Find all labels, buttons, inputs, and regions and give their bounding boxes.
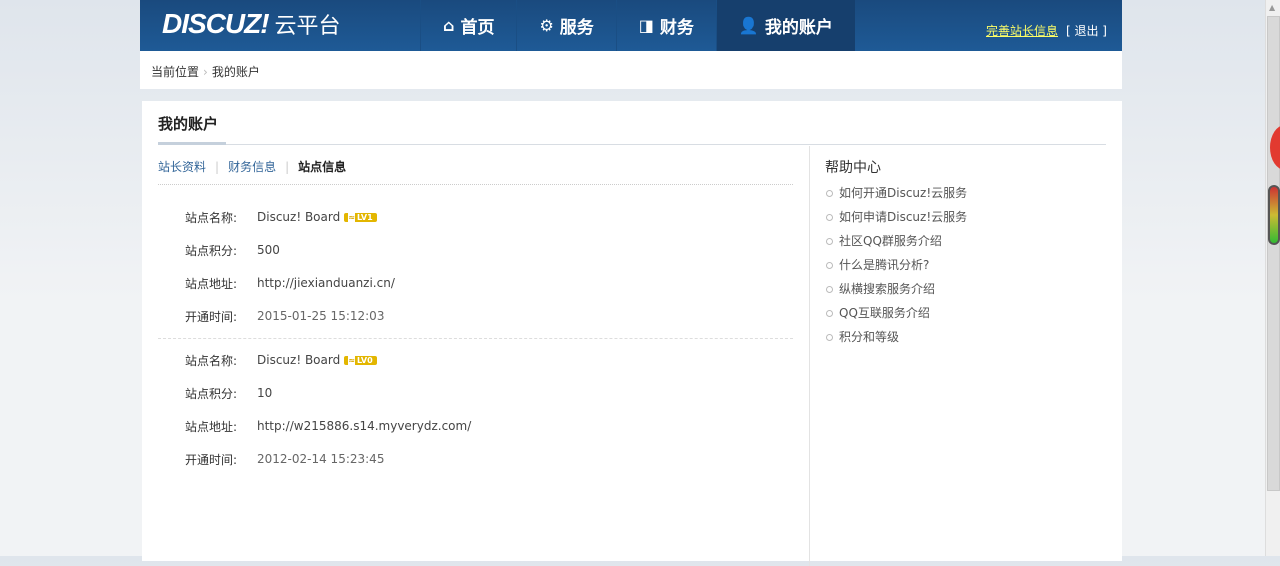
site-url: http://jiexianduanzi.cn/ <box>257 276 395 290</box>
site-name: Discuz! Board <box>257 210 341 224</box>
help-link[interactable]: 纵横搜索服务介绍 <box>825 277 1105 301</box>
site-score: 500 <box>257 243 280 257</box>
logo-subtitle: 云平台 <box>274 13 341 38</box>
discuz-logo[interactable]: DISCUZ! 云平台 <box>162 8 341 40</box>
tab-webmaster-profile[interactable]: 站长资料 <box>158 160 206 174</box>
level-text: LV1 <box>356 212 373 222</box>
logout-link[interactable]: [ 退出 ] <box>1066 24 1107 38</box>
level-badge: ≈ LV0 <box>344 355 377 365</box>
site-name-row: 站点名称: Discuz! Board ≈ LV0 <box>185 350 377 370</box>
help-link[interactable]: 社区QQ群服务介绍 <box>825 229 1105 253</box>
site-divider <box>158 338 793 339</box>
nav-services[interactable]: ⚙ 服务 <box>516 0 615 51</box>
label: 站点名称: <box>185 353 238 368</box>
signal-icon: ≈ <box>348 212 355 222</box>
gear-icon: ⚙ <box>539 16 554 35</box>
signal-icon: ≈ <box>348 355 355 365</box>
site-time-row: 开通时间: 2012-02-14 15:23:45 <box>185 449 384 469</box>
label: 站点积分: <box>185 243 238 258</box>
sub-tabs: 站长资料 | 财务信息 | 站点信息 <box>158 160 347 174</box>
site-time-row: 开通时间: 2015-01-25 15:12:03 <box>185 306 384 326</box>
title-divider <box>158 144 1106 145</box>
user-icon: 👤 <box>738 16 759 35</box>
vertical-scrollbar[interactable]: ▲ <box>1265 0 1280 556</box>
user-links: 完善站长信息 [ 退出 ] <box>986 22 1107 39</box>
help-center: 帮助中心 如何开通Discuz!云服务 如何申请Discuz!云服务 社区QQ群… <box>825 157 1105 349</box>
help-link[interactable]: 如何开通Discuz!云服务 <box>825 181 1105 205</box>
speed-meter-widget[interactable] <box>1268 185 1280 245</box>
help-link[interactable]: 如何申请Discuz!云服务 <box>825 205 1105 229</box>
column-divider <box>809 146 810 566</box>
site-url-row: 站点地址: http://jiexianduanzi.cn/ <box>185 273 395 293</box>
nav-finance[interactable]: ◨ 财务 <box>615 0 716 51</box>
top-header: DISCUZ! 云平台 ⌂ 首页 ⚙ 服务 ◨ 财务 👤 我的账户 完善站长信息 [ 退出 … <box>140 0 1122 51</box>
site-url-row: 站点地址: http://w215886.s14.myverydz.com/ <box>185 416 471 436</box>
help-link[interactable]: QQ互联服务介绍 <box>825 301 1105 325</box>
page-title: 我的账户 <box>158 115 219 133</box>
scrollbar-thumb[interactable] <box>1267 16 1280 491</box>
site-score: 10 <box>257 386 273 400</box>
nav-label: 首页 <box>460 18 495 38</box>
site-url: http://w215886.s14.myverydz.com/ <box>257 419 472 433</box>
label: 开通时间: <box>185 309 238 324</box>
label: 站点地址: <box>185 276 238 291</box>
level-badge: ≈ LV1 <box>344 212 377 222</box>
nav-my-account[interactable]: 👤 我的账户 <box>715 0 855 51</box>
help-title: 帮助中心 <box>825 160 881 176</box>
site-name: Discuz! Board <box>257 353 341 367</box>
breadcrumb-current[interactable]: 我的账户 <box>212 65 260 79</box>
main-nav: ⌂ 首页 ⚙ 服务 ◨ 财务 👤 我的账户 <box>420 0 855 51</box>
breadcrumb: 当前位置 › 我的账户 <box>140 51 1122 89</box>
breadcrumb-prefix: 当前位置 <box>151 65 200 79</box>
title-underline <box>158 142 226 145</box>
site-score-row: 站点积分: 10 <box>185 383 272 403</box>
level-text: LV0 <box>356 355 373 365</box>
scroll-up-icon[interactable]: ▲ <box>1269 3 1275 12</box>
site-open-time: 2015-01-25 15:12:03 <box>257 309 385 323</box>
site-name-row: 站点名称: Discuz! Board ≈ LV1 <box>185 207 377 227</box>
breadcrumb-separator: › <box>203 65 208 79</box>
tab-site-info[interactable]: 站点信息 <box>298 160 346 174</box>
wallet-icon: ◨ <box>638 16 654 35</box>
nav-label: 服务 <box>559 18 594 38</box>
complete-info-link[interactable]: 完善站长信息 <box>986 24 1058 38</box>
logo-text: DISCUZ! <box>162 8 270 39</box>
nav-home[interactable]: ⌂ 首页 <box>420 0 516 51</box>
help-link[interactable]: 积分和等级 <box>825 325 1105 349</box>
home-icon: ⌂ <box>443 16 455 35</box>
nav-label: 我的账户 <box>764 18 833 38</box>
label: 开通时间: <box>185 452 238 467</box>
site-open-time: 2012-02-14 15:23:45 <box>257 452 385 466</box>
site-info-section: 站长资料 | 财务信息 | 站点信息 站点名称: Discuz! Board ≈ LV1 站点… <box>158 146 793 566</box>
help-link[interactable]: 什么是腾讯分析? <box>825 253 1105 277</box>
site-score-row: 站点积分: 500 <box>185 240 280 260</box>
nav-label: 财务 <box>659 18 694 38</box>
label: 站点地址: <box>185 419 238 434</box>
label: 站点名称: <box>185 210 238 225</box>
label: 站点积分: <box>185 386 238 401</box>
tabs-divider <box>158 184 793 185</box>
tab-finance-info[interactable]: 财务信息 <box>228 160 276 174</box>
main-panel: 我的账户 站长资料 | 财务信息 | 站点信息 站点名称: Discuz! Board ≈ L… <box>142 101 1122 566</box>
